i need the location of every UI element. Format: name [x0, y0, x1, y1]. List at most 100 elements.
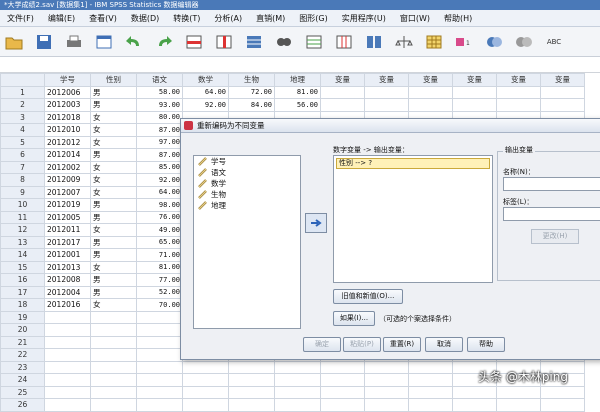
row-number[interactable]: 11: [0, 210, 45, 224]
cell-chinese[interactable]: 80.00: [136, 110, 183, 124]
cell-geo[interactable]: 56.00: [274, 98, 321, 112]
cell-bio[interactable]: [228, 398, 275, 412]
cell-empty[interactable]: [408, 85, 453, 99]
cell-empty[interactable]: [320, 98, 365, 112]
show-all-button[interactable]: [512, 31, 536, 53]
column-header[interactable]: 地理: [274, 73, 321, 87]
row-number[interactable]: 12: [0, 223, 45, 237]
cell-sex[interactable]: [90, 398, 137, 412]
cell-id[interactable]: 2012012: [44, 135, 91, 149]
save-button[interactable]: [32, 31, 56, 53]
row-number[interactable]: 4: [0, 123, 45, 137]
insert-variable-button[interactable]: [332, 31, 356, 53]
cell-id[interactable]: 2012014: [44, 148, 91, 162]
row-number[interactable]: 6: [0, 148, 45, 162]
help-button[interactable]: 帮助: [467, 337, 505, 352]
cell-chinese[interactable]: [136, 348, 183, 362]
cell-empty[interactable]: [496, 398, 541, 412]
cell-chinese[interactable]: 97.00: [136, 135, 183, 149]
print-button[interactable]: [62, 31, 86, 53]
column-header[interactable]: 语文: [136, 73, 183, 87]
cell-id[interactable]: 2012003: [44, 98, 91, 112]
cell-empty[interactable]: [452, 385, 497, 399]
cell-empty[interactable]: [364, 373, 409, 387]
cell-math[interactable]: 92.00: [182, 98, 229, 112]
row-number[interactable]: 16: [0, 273, 45, 287]
cell-id[interactable]: [44, 323, 91, 337]
cell-sex[interactable]: 女: [90, 135, 137, 149]
column-header[interactable]: 变量: [364, 73, 409, 87]
paste-button[interactable]: 粘贴(P): [343, 337, 381, 352]
cell-empty[interactable]: [320, 398, 365, 412]
cell-id[interactable]: [44, 398, 91, 412]
redo-button[interactable]: [152, 31, 176, 53]
menu-item-10[interactable]: 帮助(H): [437, 13, 479, 24]
cell-chinese[interactable]: 81.00: [136, 260, 183, 274]
undo-button[interactable]: [122, 31, 146, 53]
cell-empty[interactable]: [408, 385, 453, 399]
cell-math[interactable]: [182, 385, 229, 399]
name-input[interactable]: [503, 177, 600, 191]
cell-empty[interactable]: [364, 85, 409, 99]
list-item[interactable]: 地理: [194, 200, 300, 211]
column-header[interactable]: 性别: [90, 73, 137, 87]
list-item[interactable]: 数学: [194, 178, 300, 189]
cell-empty[interactable]: [408, 360, 453, 374]
row-number[interactable]: 24: [0, 373, 45, 387]
cell-id[interactable]: 2012011: [44, 223, 91, 237]
if-button[interactable]: 如果(I)...: [333, 311, 375, 326]
list-item[interactable]: 语文: [194, 167, 300, 178]
cell-chinese[interactable]: 77.00: [136, 273, 183, 287]
value-labels-button[interactable]: 1: [452, 31, 476, 53]
column-header[interactable]: 变量: [408, 73, 453, 87]
menu-item-7[interactable]: 图形(G): [292, 13, 334, 24]
cell-geo[interactable]: [274, 398, 321, 412]
select-cases-button[interactable]: [422, 31, 446, 53]
cell-bio[interactable]: 84.00: [228, 98, 275, 112]
cell-chinese[interactable]: [136, 385, 183, 399]
cell-id[interactable]: 2012006: [44, 85, 91, 99]
row-number[interactable]: 23: [0, 360, 45, 374]
cell-empty[interactable]: [540, 85, 585, 99]
cell-chinese[interactable]: 49.00: [136, 223, 183, 237]
cell-empty[interactable]: [452, 85, 497, 99]
cell-chinese[interactable]: [136, 323, 183, 337]
list-item[interactable]: 学号: [194, 156, 300, 167]
cell-reference-bar[interactable]: [0, 57, 600, 73]
cell-id[interactable]: 2012019: [44, 198, 91, 212]
cell-sex[interactable]: 男: [90, 248, 137, 262]
dialog-recall-button[interactable]: [92, 31, 116, 53]
cell-chinese[interactable]: 58.00: [136, 85, 183, 99]
column-header[interactable]: 变量: [496, 73, 541, 87]
cell-chinese[interactable]: 76.00: [136, 210, 183, 224]
cell-chinese[interactable]: 85.00: [136, 160, 183, 174]
cell-chinese[interactable]: [136, 398, 183, 412]
row-number[interactable]: 8: [0, 173, 45, 187]
use-sets-button[interactable]: [482, 31, 506, 53]
cell-sex[interactable]: [90, 373, 137, 387]
label-input[interactable]: [503, 207, 600, 221]
cell-sex[interactable]: [90, 310, 137, 324]
cell-geo[interactable]: [274, 360, 321, 374]
cell-empty[interactable]: [496, 85, 541, 99]
cell-geo[interactable]: 81.00: [274, 85, 321, 99]
cell-id[interactable]: 2012016: [44, 298, 91, 312]
row-number[interactable]: 25: [0, 385, 45, 399]
goto-variable-button[interactable]: [212, 31, 236, 53]
cell-sex[interactable]: 男: [90, 285, 137, 299]
cell-id[interactable]: [44, 360, 91, 374]
open-folder-button[interactable]: [2, 31, 26, 53]
cell-empty[interactable]: [320, 85, 365, 99]
split-file-button[interactable]: [362, 31, 386, 53]
cell-sex[interactable]: [90, 348, 137, 362]
cell-sex[interactable]: 女: [90, 298, 137, 312]
cell-empty[interactable]: [496, 98, 541, 112]
cell-sex[interactable]: [90, 385, 137, 399]
cell-chinese[interactable]: [136, 335, 183, 349]
row-number[interactable]: 26: [0, 398, 45, 412]
cell-empty[interactable]: [408, 373, 453, 387]
cell-id[interactable]: 2012018: [44, 110, 91, 124]
cell-sex[interactable]: [90, 323, 137, 337]
cell-sex[interactable]: 女: [90, 223, 137, 237]
cell-geo[interactable]: [274, 385, 321, 399]
